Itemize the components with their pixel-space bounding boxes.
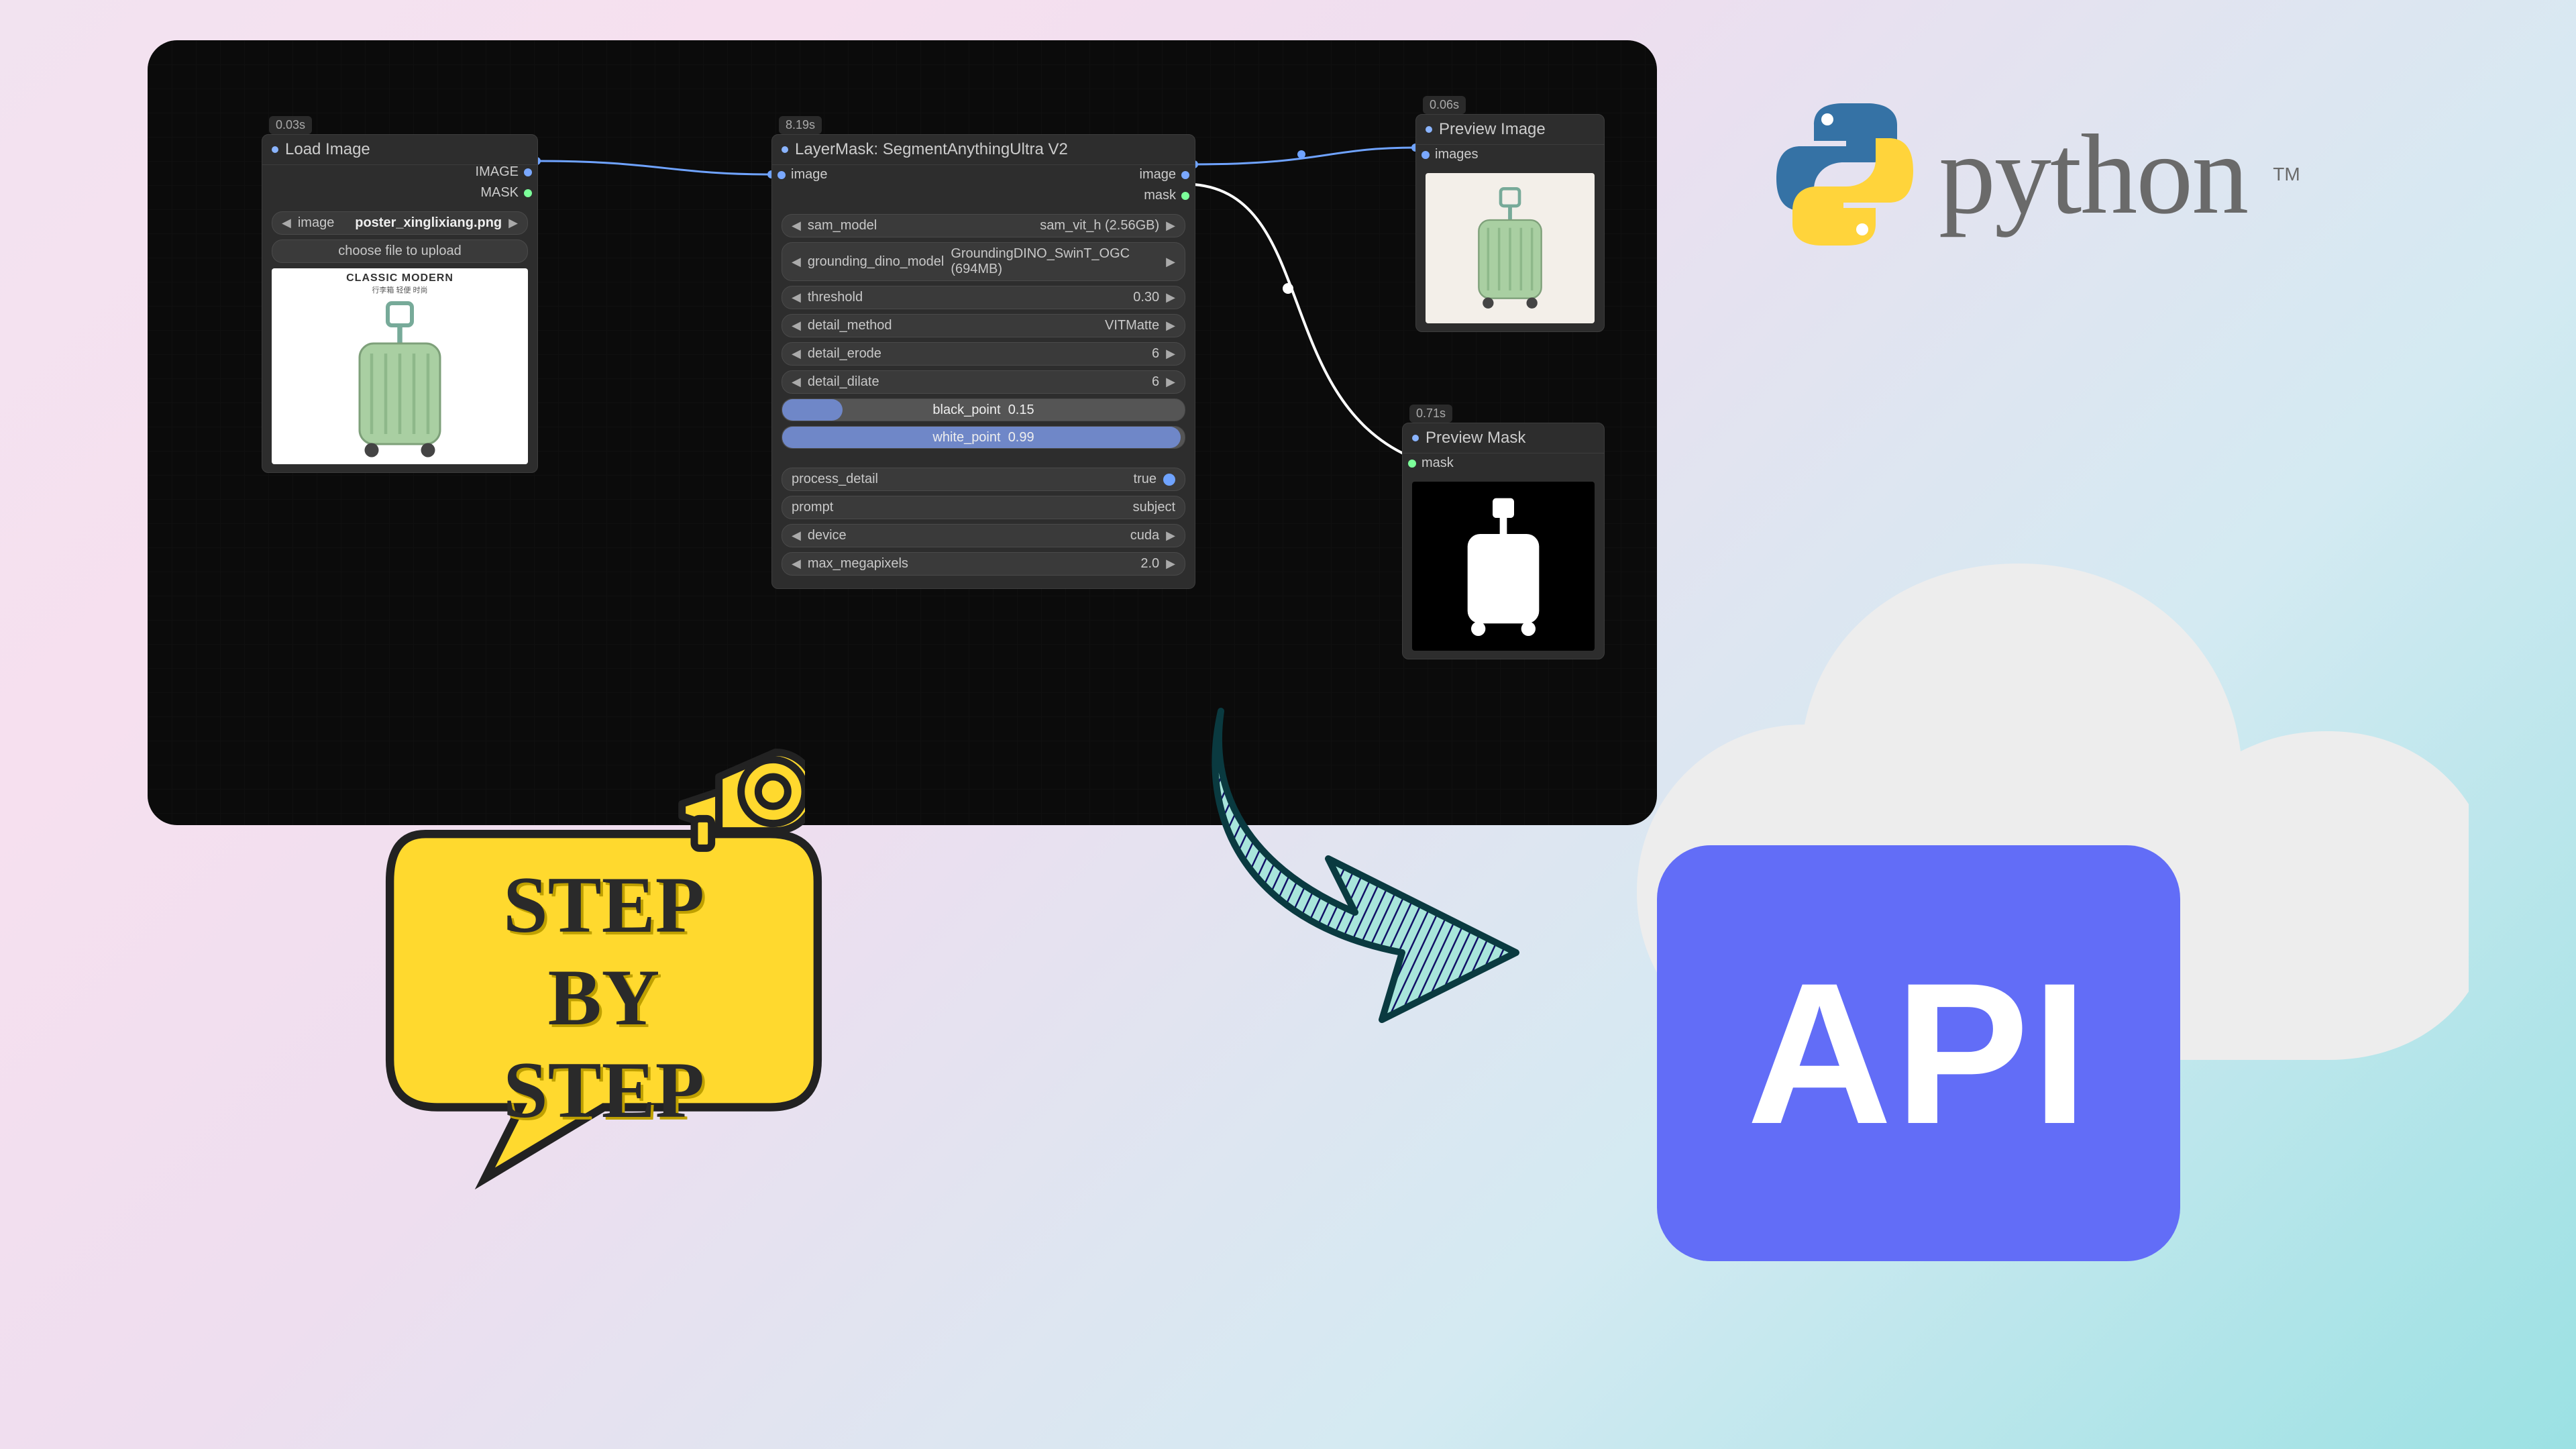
toggle-process-detail[interactable]: process_detailtrue [782, 468, 1185, 491]
slider-black-point[interactable]: black_point 0.15 [782, 398, 1185, 421]
step-text: STEP BY STEP [389, 859, 818, 1136]
field-detail-erode[interactable]: ◀detail_erode6▶ [782, 342, 1185, 366]
node-dot-icon [782, 146, 788, 153]
toggle-on-icon [1163, 474, 1175, 486]
port-image-in[interactable]: image [777, 167, 827, 182]
python-text: python [1939, 109, 2247, 240]
luggage-icon [339, 299, 460, 460]
luggage-icon [1463, 181, 1557, 315]
python-tm: TM [2273, 164, 2300, 185]
node-title: Preview Mask [1426, 429, 1525, 447]
port-images-in[interactable]: images [1421, 147, 1478, 162]
field-detail-dilate[interactable]: ◀detail_dilate6▶ [782, 370, 1185, 394]
field-max-megapixels[interactable]: ◀max_megapixels2.0▶ [782, 552, 1185, 576]
field-prompt[interactable]: promptsubject [782, 496, 1185, 519]
node-time-badge: 0.71s [1409, 405, 1452, 423]
api-label: API [1747, 937, 2090, 1169]
node-time-badge: 0.03s [269, 116, 312, 134]
field-device[interactable]: ◀devicecuda▶ [782, 524, 1185, 547]
node-dot-icon [1426, 126, 1432, 133]
node-segment-anything[interactable]: 8.19s LayerMask: SegmentAnythingUltra V2… [771, 134, 1195, 589]
field-sam-model[interactable]: ◀sam_modelsam_vit_h (2.56GB)▶ [782, 214, 1185, 237]
node-title: LayerMask: SegmentAnythingUltra V2 [795, 140, 1068, 159]
field-threshold[interactable]: ◀threshold0.30▶ [782, 286, 1185, 309]
python-logo: python TM [1771, 101, 2300, 248]
port-image-out[interactable]: IMAGE [476, 164, 532, 180]
port-mask-out[interactable]: mask [1144, 188, 1189, 203]
megaphone-icon [657, 718, 805, 865]
node-preview-mask[interactable]: 0.71s Preview Mask mask [1402, 423, 1605, 659]
node-preview-image[interactable]: 0.06s Preview Image images [1415, 114, 1605, 332]
node-time-badge: 8.19s [779, 116, 822, 134]
preview-mask-content [1412, 482, 1595, 651]
node-time-badge: 0.06s [1423, 96, 1466, 114]
triangle-left-icon: ◀ [282, 216, 291, 230]
python-icon [1771, 101, 1919, 248]
node-load-image[interactable]: 0.03s Load Image IMAGE MASK ◀ image post… [262, 134, 538, 473]
node-dot-icon [1412, 435, 1419, 441]
port-mask-out[interactable]: MASK [480, 185, 532, 201]
field-image-select[interactable]: ◀ image poster_xinglixiang.png ▶ [272, 211, 528, 235]
step-by-step-badge: STEP BY STEP [295, 704, 966, 1308]
port-mask-in[interactable]: mask [1408, 455, 1454, 471]
slider-white-point[interactable]: white_point 0.99 [782, 426, 1185, 449]
node-title: Load Image [285, 140, 370, 159]
upload-button[interactable]: choose file to upload [272, 239, 528, 263]
triangle-right-icon: ▶ [508, 216, 518, 230]
luggage-mask-icon [1450, 492, 1557, 640]
node-title: Preview Image [1439, 120, 1546, 139]
field-detail-method[interactable]: ◀detail_methodVITMatte▶ [782, 314, 1185, 337]
field-dino-model[interactable]: ◀grounding_dino_modelGroundingDINO_SwinT… [782, 242, 1185, 281]
api-box: API [1657, 845, 2180, 1261]
page-background: 0.03s Load Image IMAGE MASK ◀ image post… [0, 0, 2576, 1449]
image-preview: CLASSIC MODERN 行李箱 轻便 时尚 [272, 268, 528, 464]
arrow-icon [1181, 684, 1597, 1033]
port-image-out[interactable]: image [1140, 167, 1189, 182]
preview-image-content [1426, 173, 1595, 323]
node-dot-icon [272, 146, 278, 153]
